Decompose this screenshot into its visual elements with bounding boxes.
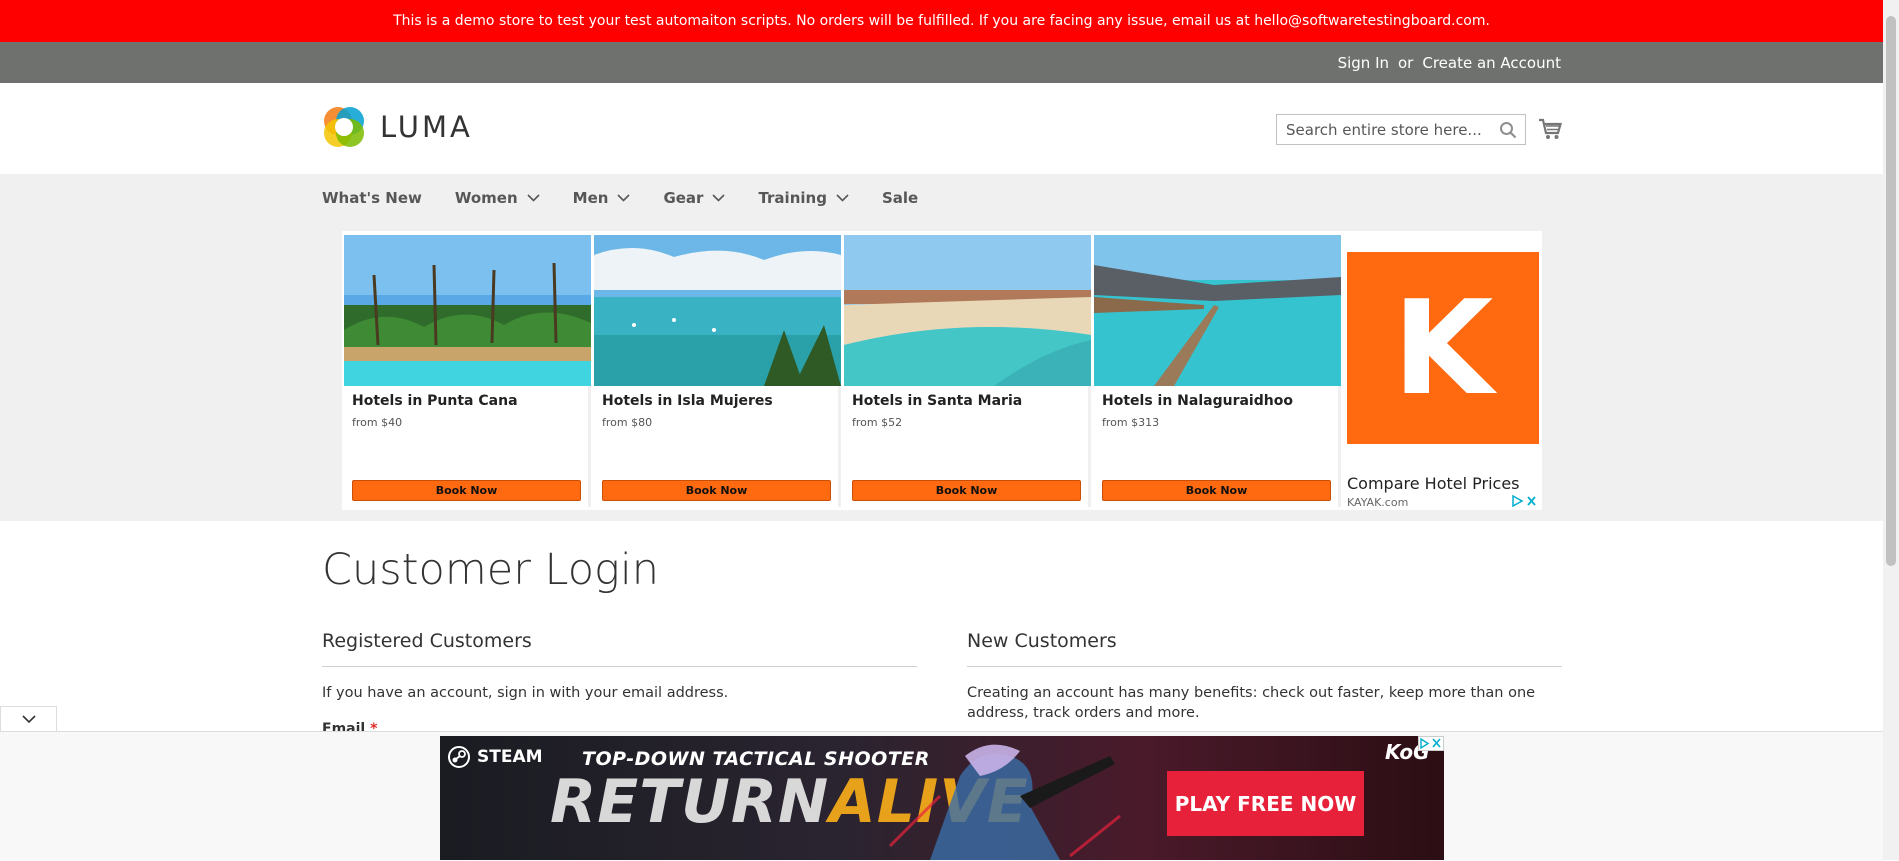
demo-notice-text: This is a demo store to test your test a… bbox=[393, 13, 1490, 29]
top-links-bar: Sign In or Create an Account bbox=[0, 42, 1883, 83]
nav-item-label: Men bbox=[572, 188, 609, 207]
nav-item-women[interactable]: Women bbox=[455, 189, 540, 207]
hotel-image bbox=[594, 235, 841, 386]
book-now-button[interactable]: Book Now bbox=[352, 480, 581, 501]
ad-collapse-tab[interactable] bbox=[0, 706, 57, 731]
nav-item-label: Sale bbox=[881, 188, 919, 207]
nav-item-label: Gear bbox=[663, 188, 704, 207]
hotel-image bbox=[344, 235, 591, 386]
hotel-name: Hotels in Punta Cana bbox=[352, 393, 518, 409]
main-navigation: What's New Women Men Gear Training Sale bbox=[0, 174, 1883, 521]
hotel-card[interactable]: Hotels in Santa Maria from $52 Book Now bbox=[844, 235, 1091, 507]
kayak-logo[interactable]: K bbox=[1347, 252, 1539, 444]
sponsor-domain: KAYAK.com bbox=[1347, 496, 1409, 509]
hotel-card[interactable]: Hotels in Punta Cana from $40 Book Now bbox=[344, 235, 591, 507]
steam-brand-text: STEAM bbox=[477, 747, 543, 767]
book-now-button[interactable]: Book Now bbox=[1102, 480, 1331, 501]
hotel-name: Hotels in Santa Maria bbox=[852, 393, 1023, 409]
play-free-button[interactable]: PLAY FREE NOW bbox=[1167, 771, 1364, 836]
hotel-ad-banner[interactable]: Hotels in Punta Cana from $40 Book Now H… bbox=[342, 231, 1542, 510]
hotel-card[interactable]: Hotels in Nalaguraidhoo from $313 Book N… bbox=[1094, 235, 1341, 507]
steam-icon bbox=[448, 746, 470, 768]
chevron-down-icon bbox=[712, 193, 726, 202]
book-now-button[interactable]: Book Now bbox=[852, 480, 1081, 501]
registered-customers-heading: Registered Customers bbox=[322, 630, 532, 652]
book-now-button[interactable]: Book Now bbox=[602, 480, 831, 501]
nav-item-label: What's New bbox=[322, 188, 422, 207]
chevron-down-icon bbox=[617, 193, 631, 202]
hotel-image bbox=[844, 235, 1091, 386]
hotel-card[interactable]: Hotels in Isla Mujeres from $80 Book Now bbox=[594, 235, 841, 507]
nav-item-whats-new[interactable]: What's New bbox=[322, 189, 422, 207]
nav-item-sale[interactable]: Sale bbox=[882, 189, 918, 207]
nav-item-label: Women bbox=[454, 188, 518, 207]
registered-customers-text: If you have an account, sign in with you… bbox=[322, 685, 729, 701]
ad-choices-icon[interactable] bbox=[1510, 494, 1538, 508]
game-character-art bbox=[888, 744, 1121, 860]
steam-game-ad[interactable]: STEAM TOP-DOWN TACTICAL SHOOTER RETURNAL… bbox=[440, 736, 1444, 860]
steam-brand: STEAM bbox=[448, 746, 543, 768]
scrollbar-thumb[interactable] bbox=[1886, 16, 1896, 566]
nav-item-training[interactable]: Training bbox=[758, 188, 849, 207]
hotel-name: Hotels in Isla Mujeres bbox=[602, 393, 773, 409]
create-account-link[interactable]: Create an Account bbox=[1422, 54, 1561, 72]
logo-wordmark: LUMA bbox=[380, 110, 473, 144]
search-icon[interactable] bbox=[1499, 121, 1517, 139]
or-separator: or bbox=[1398, 53, 1414, 72]
luma-logo-icon bbox=[324, 107, 364, 147]
hotel-price: from $313 bbox=[1102, 416, 1160, 429]
hotel-image bbox=[1094, 235, 1341, 386]
page-scrollbar[interactable] bbox=[1883, 0, 1899, 860]
nav-item-men[interactable]: Men bbox=[573, 189, 631, 207]
hotel-price: from $52 bbox=[852, 416, 903, 429]
new-customers-text: Creating an account has many benefits: c… bbox=[967, 685, 1536, 721]
site-header: LUMA bbox=[0, 83, 1883, 174]
chevron-down-icon bbox=[22, 715, 36, 724]
demo-notice-banner: This is a demo store to test your test a… bbox=[0, 0, 1883, 42]
sign-in-link[interactable]: Sign In bbox=[1338, 54, 1389, 72]
sponsor-title[interactable]: Compare Hotel Prices bbox=[1347, 474, 1520, 493]
divider bbox=[967, 666, 1562, 667]
nav-item-gear[interactable]: Gear bbox=[663, 188, 726, 207]
hotel-price: from $40 bbox=[352, 416, 403, 429]
chevron-down-icon bbox=[836, 193, 849, 202]
kayak-letter: K bbox=[1392, 272, 1494, 424]
nav-item-label: Training bbox=[758, 188, 827, 207]
search-input[interactable] bbox=[1277, 115, 1505, 144]
search-box bbox=[1276, 114, 1526, 145]
hotel-name: Hotels in Nalaguraidhoo bbox=[1102, 393, 1293, 409]
game-title-part1: RETURN bbox=[550, 767, 830, 837]
cart-icon[interactable] bbox=[1538, 118, 1562, 140]
luma-logo[interactable]: LUMA bbox=[322, 105, 473, 149]
ad-close-box[interactable] bbox=[1418, 736, 1444, 751]
page-title: Customer Login bbox=[322, 545, 660, 595]
hotel-price: from $80 bbox=[602, 416, 653, 429]
new-customers-heading: New Customers bbox=[967, 630, 1117, 652]
chevron-down-icon bbox=[527, 193, 540, 202]
divider bbox=[322, 666, 917, 667]
ad-choices-icon[interactable] bbox=[1419, 737, 1443, 750]
